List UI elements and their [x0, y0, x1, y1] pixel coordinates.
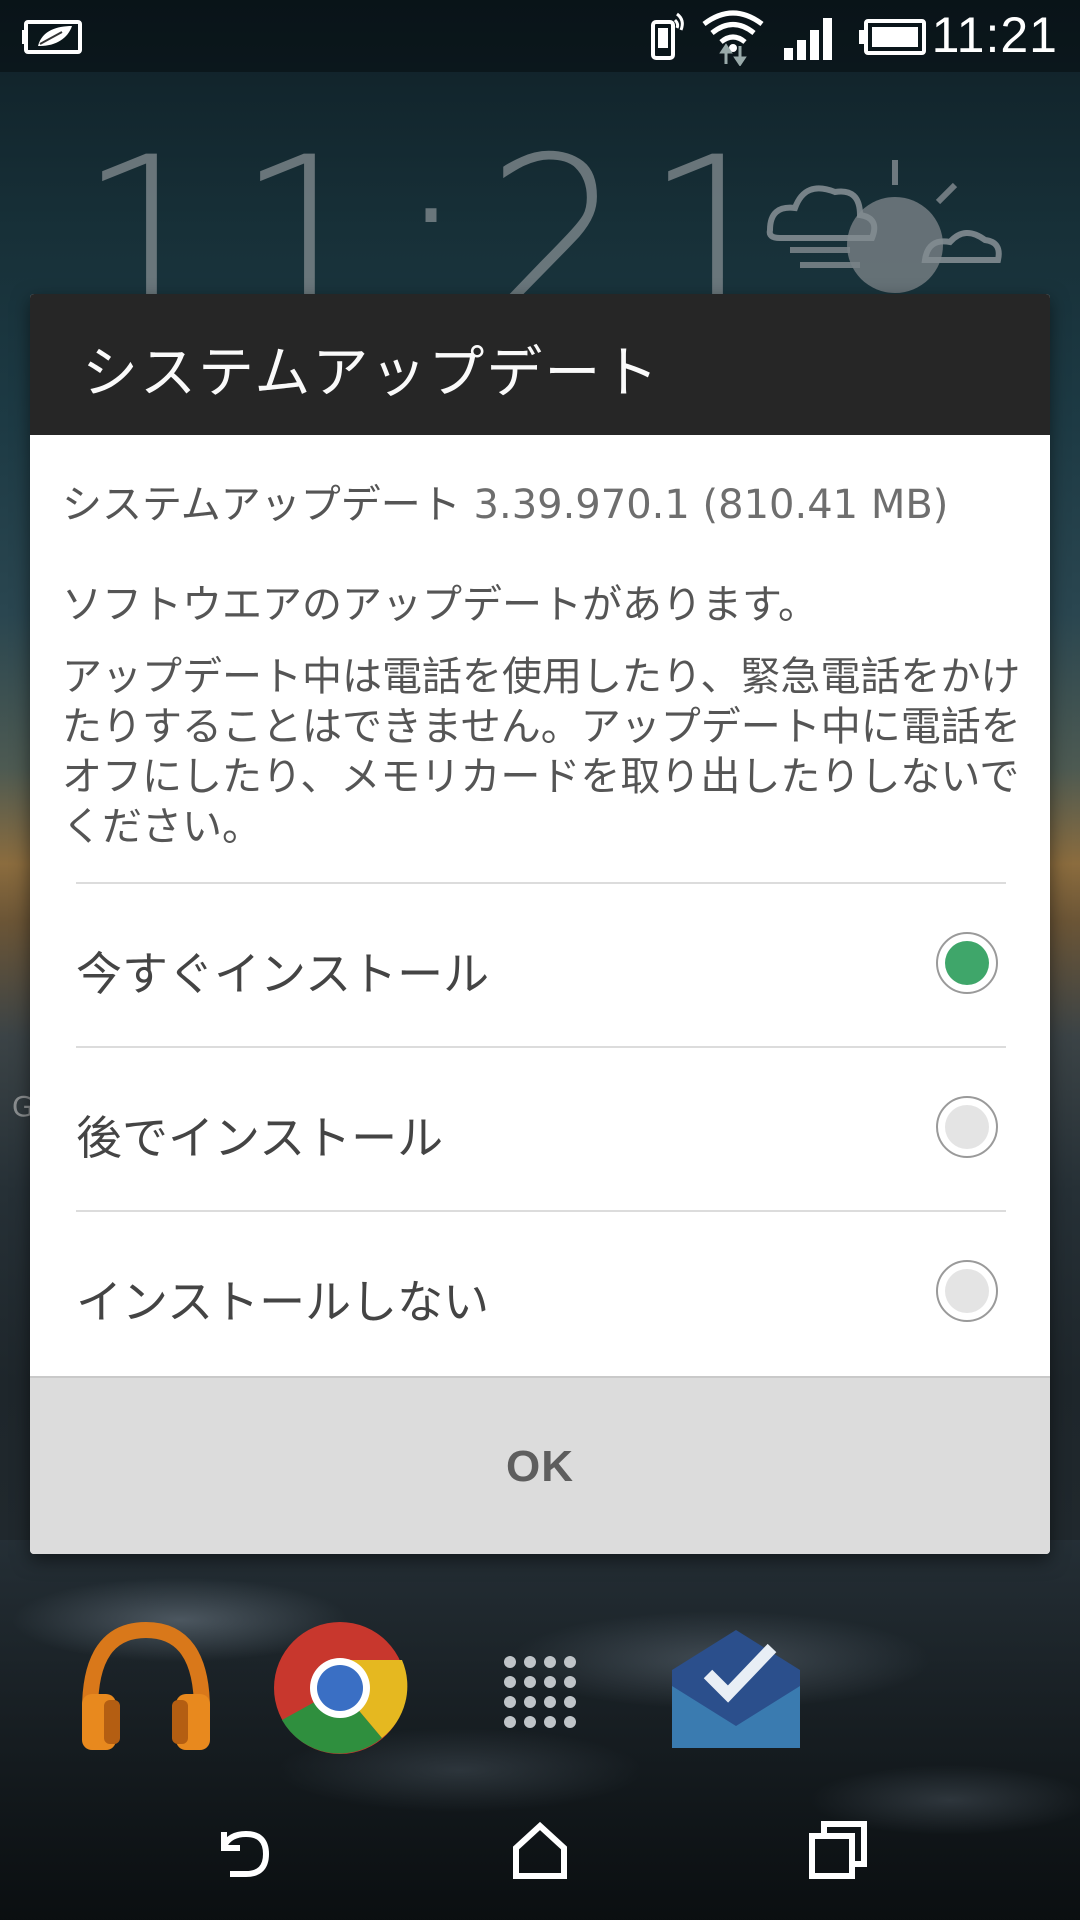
phone-vibrate-icon [645, 10, 689, 66]
option-label: 後でインストール [76, 1111, 444, 1165]
battery-saver-icon [22, 16, 84, 60]
option-install-now[interactable]: 今すぐインストール [30, 884, 1050, 1046]
version-value: 3.39.970.1 (810.41 MB) [473, 482, 949, 528]
option-do-not-install[interactable]: インストールしない [30, 1212, 1050, 1374]
dialog-button-bar: OK [30, 1376, 1050, 1554]
wifi-icon [700, 8, 766, 70]
inbox-icon[interactable] [668, 1626, 804, 1758]
back-icon[interactable] [210, 1818, 274, 1886]
update-warning-message: アップデート中は電話を使用したり、緊急電話をかけたりすることはできません。アップ… [62, 654, 1021, 850]
status-bar: 11:21 [0, 0, 1080, 72]
app-drawer-icon[interactable] [500, 1652, 580, 1736]
signal-icon [782, 18, 838, 64]
lock-screen: 11:21 11:21 G システムアップデート システムアップデート 3.39… [0, 0, 1080, 1920]
battery-icon [858, 18, 928, 60]
dialog-header: システムアップデート [30, 294, 1050, 435]
partly-sunny-icon [760, 150, 1010, 304]
version-label: システムアップデート [62, 482, 461, 528]
play-music-icon[interactable] [78, 1620, 214, 1760]
radio-button[interactable] [936, 1096, 998, 1158]
navigation-bar [0, 1790, 1080, 1920]
option-install-later[interactable]: 後でインストール [30, 1048, 1050, 1210]
radio-button[interactable] [936, 1260, 998, 1322]
chrome-icon[interactable] [272, 1620, 408, 1760]
dialog-title: システムアップデート [82, 341, 661, 406]
ok-button[interactable]: OK [30, 1378, 1050, 1554]
version-info: システムアップデート 3.39.970.1 (810.41 MB) [62, 472, 948, 530]
home-icon[interactable] [508, 1818, 572, 1886]
option-label: 今すぐインストール [76, 947, 490, 1001]
status-bar-clock: 11:21 [931, 7, 1058, 63]
system-update-dialog: システムアップデート システムアップデート 3.39.970.1 (810.41… [30, 294, 1050, 1554]
option-label: インストールしない [76, 1275, 490, 1329]
radio-button-checked[interactable] [936, 932, 998, 994]
update-available-message: ソフトウエアのアップデートがあります。 [62, 582, 818, 628]
recents-icon[interactable] [806, 1818, 870, 1886]
